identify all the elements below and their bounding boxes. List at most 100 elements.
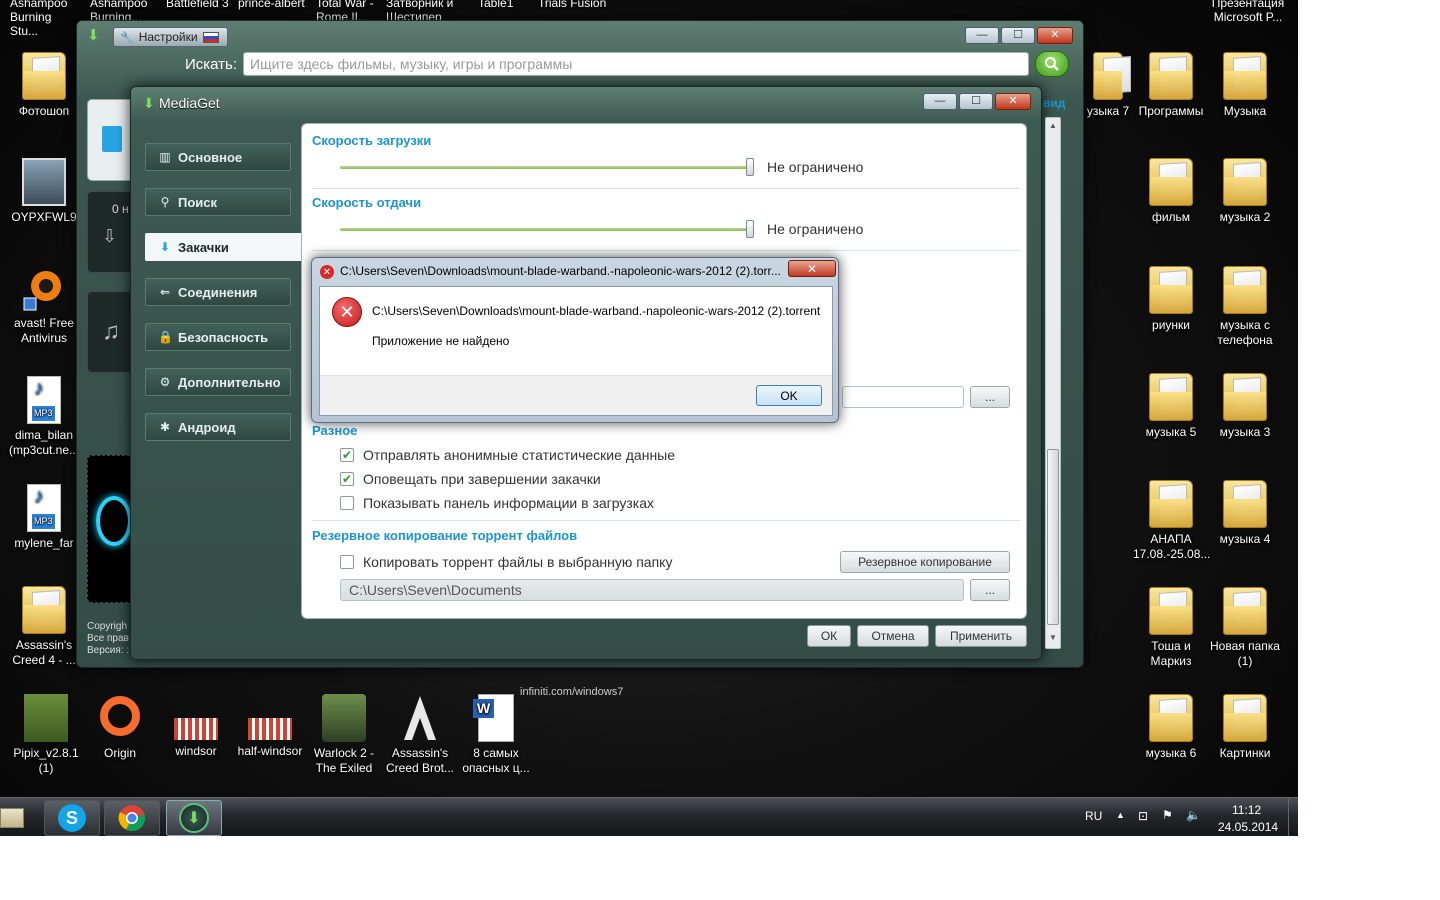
scrollbar[interactable]: ▲ ▼ [1045, 117, 1061, 649]
desktop-icon-music[interactable]: Музыка [1207, 52, 1283, 119]
error-close-button[interactable]: ✕ [788, 260, 836, 277]
ok-button[interactable]: ОК [807, 625, 851, 647]
desktop-icon-pictures[interactable]: Картинки [1207, 694, 1283, 761]
ad-banner[interactable] [87, 455, 133, 603]
nav-item-advanced[interactable]: ⚙ Дополнительно [145, 368, 291, 396]
desktop-icon-label[interactable]: Презентация Microsoft P... [1208, 0, 1288, 24]
network-icon[interactable]: ⊡ [1138, 809, 1148, 823]
desktop-icon-label[interactable]: Ashampoo Burning Stu... [10, 0, 80, 38]
desktop-icon-label[interactable]: Battlefield 3 [166, 0, 229, 10]
desktop-icon-music-2[interactable]: музыка 2 [1207, 158, 1283, 225]
option-show-info-panel[interactable]: Показывать панель информации в загрузках [340, 495, 654, 511]
desktop-icon-label[interactable]: Trials Fusion [538, 0, 606, 10]
option-notify-complete[interactable]: ✔ Оповещать при завершении закачки [340, 471, 601, 487]
maximize-button[interactable]: ☐ [959, 93, 993, 110]
minimize-button[interactable]: — [923, 93, 957, 110]
option-label: Оповещать при завершении закачки [363, 471, 601, 487]
nav-item-android[interactable]: ✱ Андроид [145, 413, 291, 441]
checkbox-checked[interactable]: ✔ [340, 472, 354, 486]
tray-expand-icon[interactable]: ▲ [1116, 810, 1125, 820]
taskbar-mediaget[interactable]: ⬇ [166, 800, 222, 836]
desktop-icon-label[interactable]: prince-albert [238, 0, 305, 10]
browse-button[interactable]: ... [970, 386, 1010, 408]
maximize-button[interactable]: ☐ [1001, 27, 1035, 44]
volume-icon[interactable]: 🔈 [1186, 808, 1201, 822]
watermark: infiniti.com/windows7 [520, 686, 624, 698]
desktop-icon-label[interactable]: Table1 [478, 0, 513, 10]
error-ok-button[interactable]: OK [756, 385, 822, 406]
view-link[interactable]: вид [1043, 96, 1065, 110]
desktop-icon-music-7[interactable]: узыка 7 [1080, 52, 1136, 119]
desktop-icon-label: mylene_far [14, 536, 74, 550]
desktop-icon-new-folder[interactable]: Новая папка (1) [1207, 587, 1283, 669]
close-button[interactable]: ✕ [995, 93, 1031, 110]
desktop-icon-oypxfwl9[interactable]: OYPXFWL9 [6, 158, 82, 225]
minecraft-icon [24, 694, 68, 742]
desktop-icon-music-phone[interactable]: музыка с телефона [1207, 266, 1283, 348]
desktop-icon-music-6[interactable]: музыка 6 [1133, 694, 1209, 761]
image-icon [22, 158, 66, 206]
download-speed-slider[interactable] [340, 166, 752, 169]
scrollbar-thumb[interactable] [1047, 449, 1059, 625]
nav-item-connections[interactable]: ⇐ Соединения [145, 278, 291, 306]
upload-speed-slider[interactable] [340, 228, 752, 231]
backup-path-field[interactable]: C:\Users\Seven\Documents [340, 579, 964, 601]
desktop-icon-music-4[interactable]: музыка 4 [1207, 480, 1283, 547]
backup-button[interactable]: Резервное копирование [840, 551, 1010, 573]
desktop-icon-avast[interactable]: avast! Free Antivirus [6, 264, 82, 346]
cancel-button[interactable]: Отмена [857, 625, 929, 647]
desktop-icon-assassins-creed-brotherhood[interactable]: Assassin's Creed Brot... [382, 694, 458, 776]
apply-button[interactable]: Применить [935, 625, 1027, 647]
desktop-icon-film[interactable]: фильм [1133, 158, 1209, 225]
folder-path-field[interactable] [842, 386, 964, 408]
settings-tab[interactable]: 🔧 Настройки [113, 27, 228, 47]
show-desktop-button[interactable] [1288, 798, 1298, 836]
start-area[interactable] [0, 802, 28, 834]
desktop-icon-music-3[interactable]: музыка 3 [1207, 373, 1283, 440]
russian-flag-icon[interactable] [202, 31, 219, 43]
desktop-icon-half-windsor[interactable]: half-windsor [232, 694, 308, 759]
checkbox-unchecked[interactable] [340, 496, 354, 510]
backup-browse-button[interactable]: ... [970, 579, 1010, 601]
download-speed-slider-thumb[interactable] [746, 158, 754, 176]
download-icon: ⬇ [159, 240, 171, 254]
checkbox-checked[interactable]: ✔ [340, 448, 354, 462]
close-button[interactable]: ✕ [1037, 27, 1073, 44]
desktop-icon-programs[interactable]: Программы [1133, 52, 1209, 119]
clock-time[interactable]: 11:12 [1232, 803, 1261, 817]
scroll-down-icon[interactable]: ▼ [1049, 633, 1057, 642]
desktop-icon-pictures-folder[interactable]: риунки [1133, 266, 1209, 333]
nav-label: Основное [178, 149, 243, 165]
desktop-icon-photoshop[interactable]: Фотошоп [6, 52, 82, 119]
desktop-icon-tosha-markiz[interactable]: Тоша и Маркиз [1133, 587, 1209, 669]
upload-speed-slider-thumb[interactable] [746, 220, 754, 238]
search-input[interactable]: Ищите здесь фильмы, музыку, игры и прогр… [243, 52, 1029, 76]
desktop-icon-anapa[interactable]: АНАПА 17.08.-25.08... [1133, 480, 1210, 562]
taskbar-skype[interactable]: S [44, 800, 100, 836]
language-indicator[interactable]: RU [1085, 809, 1102, 823]
minimize-button[interactable]: — [965, 27, 999, 44]
desktop-icon-mylene[interactable]: ♪ MP3 mylene_far [6, 484, 82, 551]
option-copy-torrents[interactable]: Копировать торрент файлы в выбранную пап… [340, 554, 672, 570]
clock-date[interactable]: 24.05.2014 [1218, 820, 1278, 834]
scroll-up-icon[interactable]: ▲ [1049, 121, 1057, 130]
taskbar-chrome[interactable] [104, 800, 160, 836]
folder-icon [1149, 694, 1193, 742]
desktop-icon-windsor[interactable]: windsor [158, 694, 234, 759]
checkbox-unchecked[interactable] [340, 555, 354, 569]
desktop-icon-word-doc[interactable]: W 8 самых опасных ц... [458, 694, 534, 776]
nav-item-downloads[interactable]: ⬇ Закачки [145, 233, 305, 261]
desktop-icon-dima-bilan[interactable]: ♪ MP3 dima_bilan (mp3cut.ne... [6, 376, 82, 458]
desktop-icon-warlock[interactable]: Warlock 2 - The Exiled [306, 694, 382, 776]
flag-icon[interactable]: ⚑ [1162, 808, 1173, 822]
search-button[interactable] [1035, 51, 1069, 77]
desktop-icon-origin[interactable]: Origin [82, 694, 158, 761]
nav-item-search[interactable]: ⚲ Поиск [145, 188, 291, 216]
desktop-icon-music-5[interactable]: музыка 5 [1133, 373, 1209, 440]
nav-item-security[interactable]: 🔒 Безопасность [145, 323, 291, 351]
desktop-icon-pipix[interactable]: Pipix_v2.8.1 (1) [8, 694, 84, 776]
nav-item-main[interactable]: ▥ Основное [145, 143, 291, 171]
side-card[interactable] [87, 99, 133, 181]
desktop-icon-assassins-creed-4[interactable]: Assassin's Creed 4 - ... [6, 586, 82, 668]
option-send-stats[interactable]: ✔ Отправлять анонимные статистические да… [340, 447, 675, 463]
